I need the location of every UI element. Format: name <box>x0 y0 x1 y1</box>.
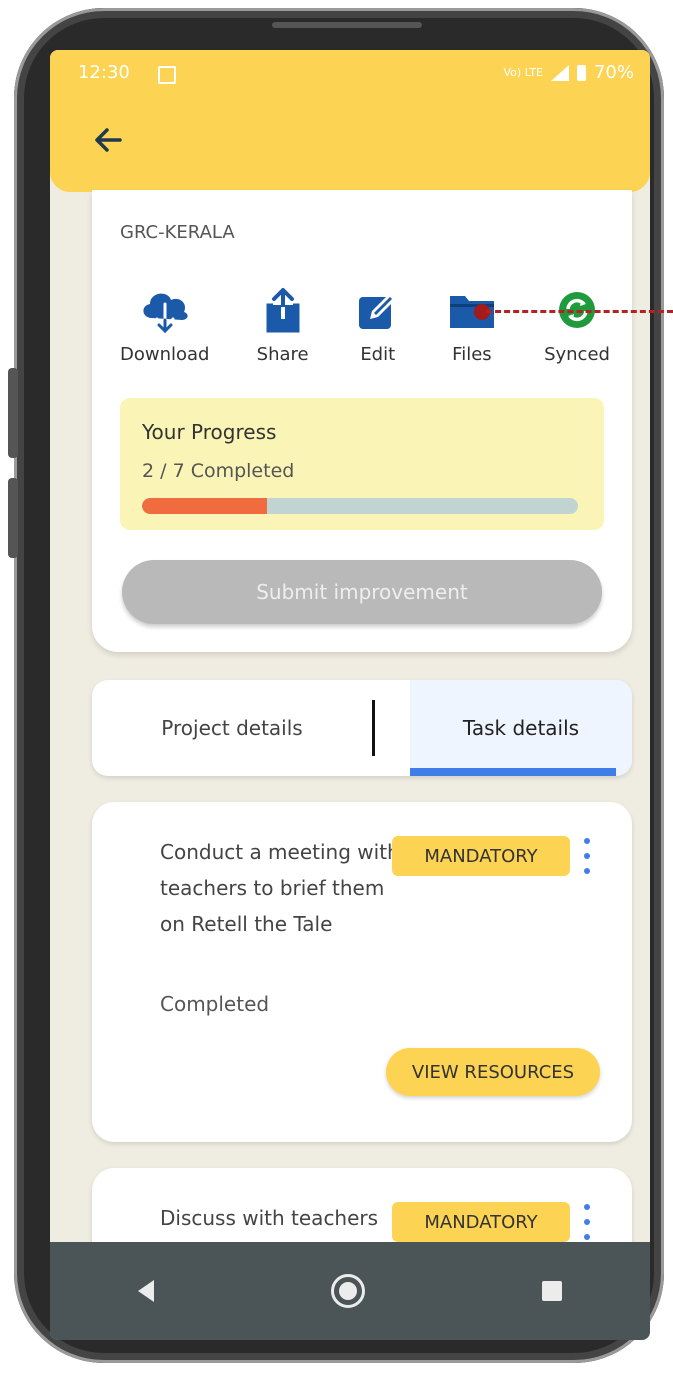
synced-label: Synced <box>544 344 610 365</box>
edit-label: Edit <box>360 344 396 365</box>
power-button <box>8 478 18 558</box>
more-options-icon[interactable] <box>584 1204 590 1240</box>
battery-icon <box>576 64 586 81</box>
task-title: Discuss with teachers <box>160 1206 379 1230</box>
volume-button <box>8 368 18 458</box>
edit-button[interactable]: Edit <box>356 282 400 365</box>
task-status: Completed <box>160 992 270 1016</box>
synced-button[interactable]: Synced <box>544 282 610 365</box>
progress-bar-fill <box>142 498 267 514</box>
progress-title: Your Progress <box>142 420 277 444</box>
screen: 12:30 Vo) LTE 70% GRC-KERALA Download Sh… <box>50 50 650 1340</box>
cloud-download-icon <box>143 293 188 334</box>
action-row: Download Share Edit Files Synced <box>120 282 610 365</box>
share-button[interactable]: Share <box>257 282 309 365</box>
signal-icon <box>550 64 569 81</box>
carrier-label: Vo) LTE <box>503 66 543 79</box>
view-resources-button[interactable]: VIEW RESOURCES <box>386 1048 600 1096</box>
org-name: GRC-KERALA <box>120 222 235 243</box>
nav-home-icon[interactable] <box>330 1274 365 1308</box>
callout-line <box>486 310 673 313</box>
progress-card: Your Progress 2 / 7 Completed <box>120 398 604 530</box>
tab-divider <box>372 700 375 756</box>
files-label: Files <box>452 344 492 365</box>
download-button[interactable]: Download <box>120 282 209 365</box>
status-time: 12:30 <box>78 62 130 83</box>
progress-bar <box>142 498 578 514</box>
android-nav-bar <box>50 1242 650 1340</box>
status-bar: 12:30 Vo) LTE 70% <box>50 50 650 100</box>
submit-improvement-button[interactable]: Submit improvement <box>122 560 602 624</box>
tab-task-details[interactable]: Task details <box>410 680 632 776</box>
share-icon <box>266 288 300 333</box>
speaker <box>272 22 422 28</box>
task-card: Conduct a meeting with teachers to brief… <box>92 802 632 1142</box>
progress-summary: 2 / 7 Completed <box>142 460 295 482</box>
notification-icon <box>158 66 176 84</box>
nav-recents-icon[interactable] <box>541 1281 562 1301</box>
mandatory-badge: MANDATORY <box>392 1202 570 1242</box>
mandatory-badge: MANDATORY <box>392 836 570 876</box>
task-title: Conduct a meeting with teachers to brief… <box>160 840 400 936</box>
download-label: Download <box>120 344 210 365</box>
app-bar: 12:30 Vo) LTE 70% <box>50 50 650 192</box>
battery-level: 70% <box>593 62 634 83</box>
more-options-icon[interactable] <box>584 838 590 874</box>
active-tab-indicator <box>410 768 616 776</box>
files-button[interactable]: Files <box>447 282 497 365</box>
details-tabs: Project details Task details <box>92 680 632 776</box>
edit-icon <box>358 293 396 329</box>
project-card: GRC-KERALA Download Share Edit Files Syn… <box>92 190 632 652</box>
phone-frame: 12:30 Vo) LTE 70% GRC-KERALA Download Sh… <box>8 8 664 1363</box>
back-arrow-icon[interactable] <box>90 122 126 158</box>
tab-project-details[interactable]: Project details <box>92 680 372 776</box>
nav-back-icon[interactable] <box>138 1280 155 1302</box>
share-label: Share <box>256 344 309 365</box>
